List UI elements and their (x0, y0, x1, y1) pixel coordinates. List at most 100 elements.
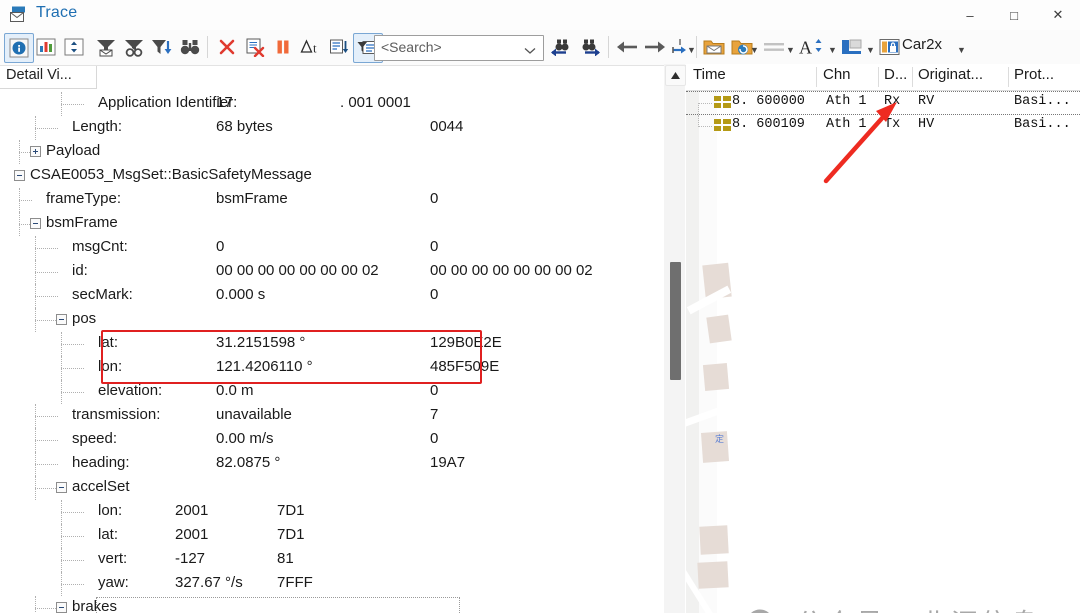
tree-row[interactable]: CSAE0053_MsgSet::BasicSafetyMessage (0, 164, 661, 188)
filter-messages-icon[interactable] (92, 33, 120, 61)
tree-row[interactable]: secMark:0.000 s0 (0, 284, 661, 308)
sort-order-icon[interactable] (325, 33, 353, 61)
chevron-down-icon[interactable] (524, 42, 536, 60)
forward-arrow-icon[interactable] (641, 33, 669, 61)
column-header-protocol[interactable]: Prot... (1014, 66, 1054, 83)
row-height-icon[interactable] (760, 33, 788, 61)
goto-line-dropdown-icon[interactable]: ▼ (687, 46, 696, 55)
detail-view-tab-label: Detail Vi... (6, 67, 72, 83)
collapse-node-icon[interactable] (56, 314, 67, 325)
font-size-icon[interactable]: A (798, 33, 826, 61)
car2x-icon[interactable] (876, 33, 904, 61)
show-message-details-icon[interactable] (4, 33, 34, 63)
trace-guide (698, 126, 712, 127)
expand-collapse-icon[interactable] (60, 33, 88, 61)
column-header-chn[interactable]: Chn (823, 66, 851, 83)
back-arrow-icon[interactable] (613, 33, 641, 61)
tree-row-raw-application-identifier: . 001 0001 (340, 94, 411, 111)
expand-node-icon[interactable] (30, 146, 41, 157)
layout-dropdown-icon[interactable]: ▼ (866, 46, 875, 55)
collapse-node-icon[interactable] (56, 602, 67, 613)
title-bar: Trace – □ ✕ (0, 0, 1080, 31)
tree-row[interactable]: pos (0, 308, 661, 332)
find-binoculars-icon[interactable] (176, 33, 204, 61)
column-header-originator[interactable]: Originat... (918, 66, 983, 83)
tree-row[interactable]: frameType:bsmFrame0 (0, 188, 661, 212)
focused-row-outline (96, 597, 460, 613)
collapse-node-icon[interactable] (56, 482, 67, 493)
window-title: Trace (36, 4, 77, 22)
tree-row-raw-accel-yaw: 7FFF (277, 574, 313, 591)
tree-row-raw-frametype: 0 (430, 190, 438, 207)
tree-row[interactable]: msgCnt:00 (0, 236, 661, 260)
tree-guide (35, 464, 58, 465)
scrollbar-thumb[interactable] (670, 262, 681, 380)
tree-guide (19, 200, 32, 201)
car2x-dropdown-icon[interactable]: ▼ (957, 46, 966, 55)
tree-guide (35, 272, 58, 273)
map-building (706, 315, 731, 344)
tree-row-value-length: 68 bytes (216, 118, 273, 135)
column-header-time[interactable]: Time (693, 66, 726, 83)
svg-text:A: A (799, 38, 812, 58)
tree-row[interactable]: lat:20017D1 (0, 524, 661, 548)
font-size-dropdown-icon[interactable]: ▼ (828, 46, 837, 55)
tree-row[interactable]: Length:68 bytes0044 (0, 116, 661, 140)
sort-filter-icon[interactable] (148, 33, 176, 61)
tree-row[interactable]: lat:31.2151598 °129B0E2E (0, 332, 661, 356)
tree-row[interactable]: lon:121.4206110 °485F509E (0, 356, 661, 380)
tree-row[interactable]: elevation:0.0 m0 (0, 380, 661, 404)
tree-row-value-application-identifier: 17 (216, 94, 233, 111)
scroll-up-icon[interactable] (665, 65, 686, 86)
pause-icon[interactable] (269, 33, 297, 61)
detail-view-tab[interactable]: Detail Vi... (0, 66, 97, 89)
tree-row-label-secmark: secMark: (72, 286, 133, 303)
collapse-node-icon[interactable] (14, 170, 25, 181)
tree-row-raw-length: 0044 (430, 118, 463, 135)
tree-row-raw-accel-lon: 7D1 (277, 502, 305, 519)
maximize-button[interactable]: □ (992, 0, 1036, 30)
tree-row[interactable]: heading:82.0875 °19A7 (0, 452, 661, 476)
search-input[interactable]: <Search> (374, 35, 544, 61)
collapse-node-icon[interactable] (30, 218, 41, 229)
layout-icon[interactable] (838, 33, 866, 61)
detail-view-scrollbar[interactable] (664, 64, 685, 613)
trace-guide (698, 103, 712, 104)
tree-row-raw-elevation: 0 (430, 382, 438, 399)
analysis-filter-icon[interactable] (120, 33, 148, 61)
tree-row[interactable]: id:00 00 00 00 00 00 00 0200 00 00 00 00… (0, 260, 661, 284)
trace-row[interactable]: 8. 600109Ath 1TxHVBasi... (686, 115, 1080, 137)
tree-row-label-csae0053: CSAE0053_MsgSet::BasicSafetyMessage (30, 166, 312, 183)
open-file-icon[interactable] (700, 33, 728, 61)
clear-all-icon[interactable] (241, 33, 269, 61)
tree-row[interactable]: Payload (0, 140, 661, 164)
tree-row[interactable]: speed:0.00 m/s0 (0, 428, 661, 452)
row-height-dropdown-icon[interactable]: ▼ (786, 46, 795, 55)
trace-cell-dir: Tx (884, 117, 900, 132)
tree-row-value-speed: 0.00 m/s (216, 430, 274, 447)
clear-icon[interactable] (213, 33, 241, 61)
tree-guide (61, 512, 84, 513)
tree-row[interactable]: vert:-12781 (0, 548, 661, 572)
tree-guide (61, 104, 84, 105)
find-previous-icon[interactable] (548, 33, 576, 61)
find-next-icon[interactable] (576, 33, 604, 61)
tree-row-raw-heading: 19A7 (430, 454, 465, 471)
tree-row[interactable]: lon:20017D1 (0, 500, 661, 524)
tree-row[interactable]: bsmFrame (0, 212, 661, 236)
close-button[interactable]: ✕ (1036, 0, 1080, 30)
tree-row-value-id: 00 00 00 00 00 00 00 02 (216, 262, 379, 279)
tree-row[interactable]: Application Identifier:17. 001 0001 (0, 92, 661, 116)
tree-row[interactable]: transmission:unavailable7 (0, 404, 661, 428)
tree-row[interactable]: yaw:327.67 °/s7FFF (0, 572, 661, 596)
minimize-button[interactable]: – (948, 0, 992, 30)
tree-row[interactable]: accelSet (0, 476, 661, 500)
tree-row-value-heading: 82.0875 ° (216, 454, 280, 471)
tree-row-value-accel-vert: -127 (175, 550, 205, 567)
save-dropdown-icon[interactable]: ▼ (750, 46, 759, 55)
statistics-icon[interactable] (32, 33, 60, 61)
trace-row[interactable]: 8. 600000Ath 1RxRVBasi... (686, 91, 1080, 115)
column-header-dir[interactable]: D... (884, 66, 907, 83)
tree-row-value-pos-lat: 31.2151598 ° (216, 334, 305, 351)
window-controls: – □ ✕ (948, 0, 1080, 30)
